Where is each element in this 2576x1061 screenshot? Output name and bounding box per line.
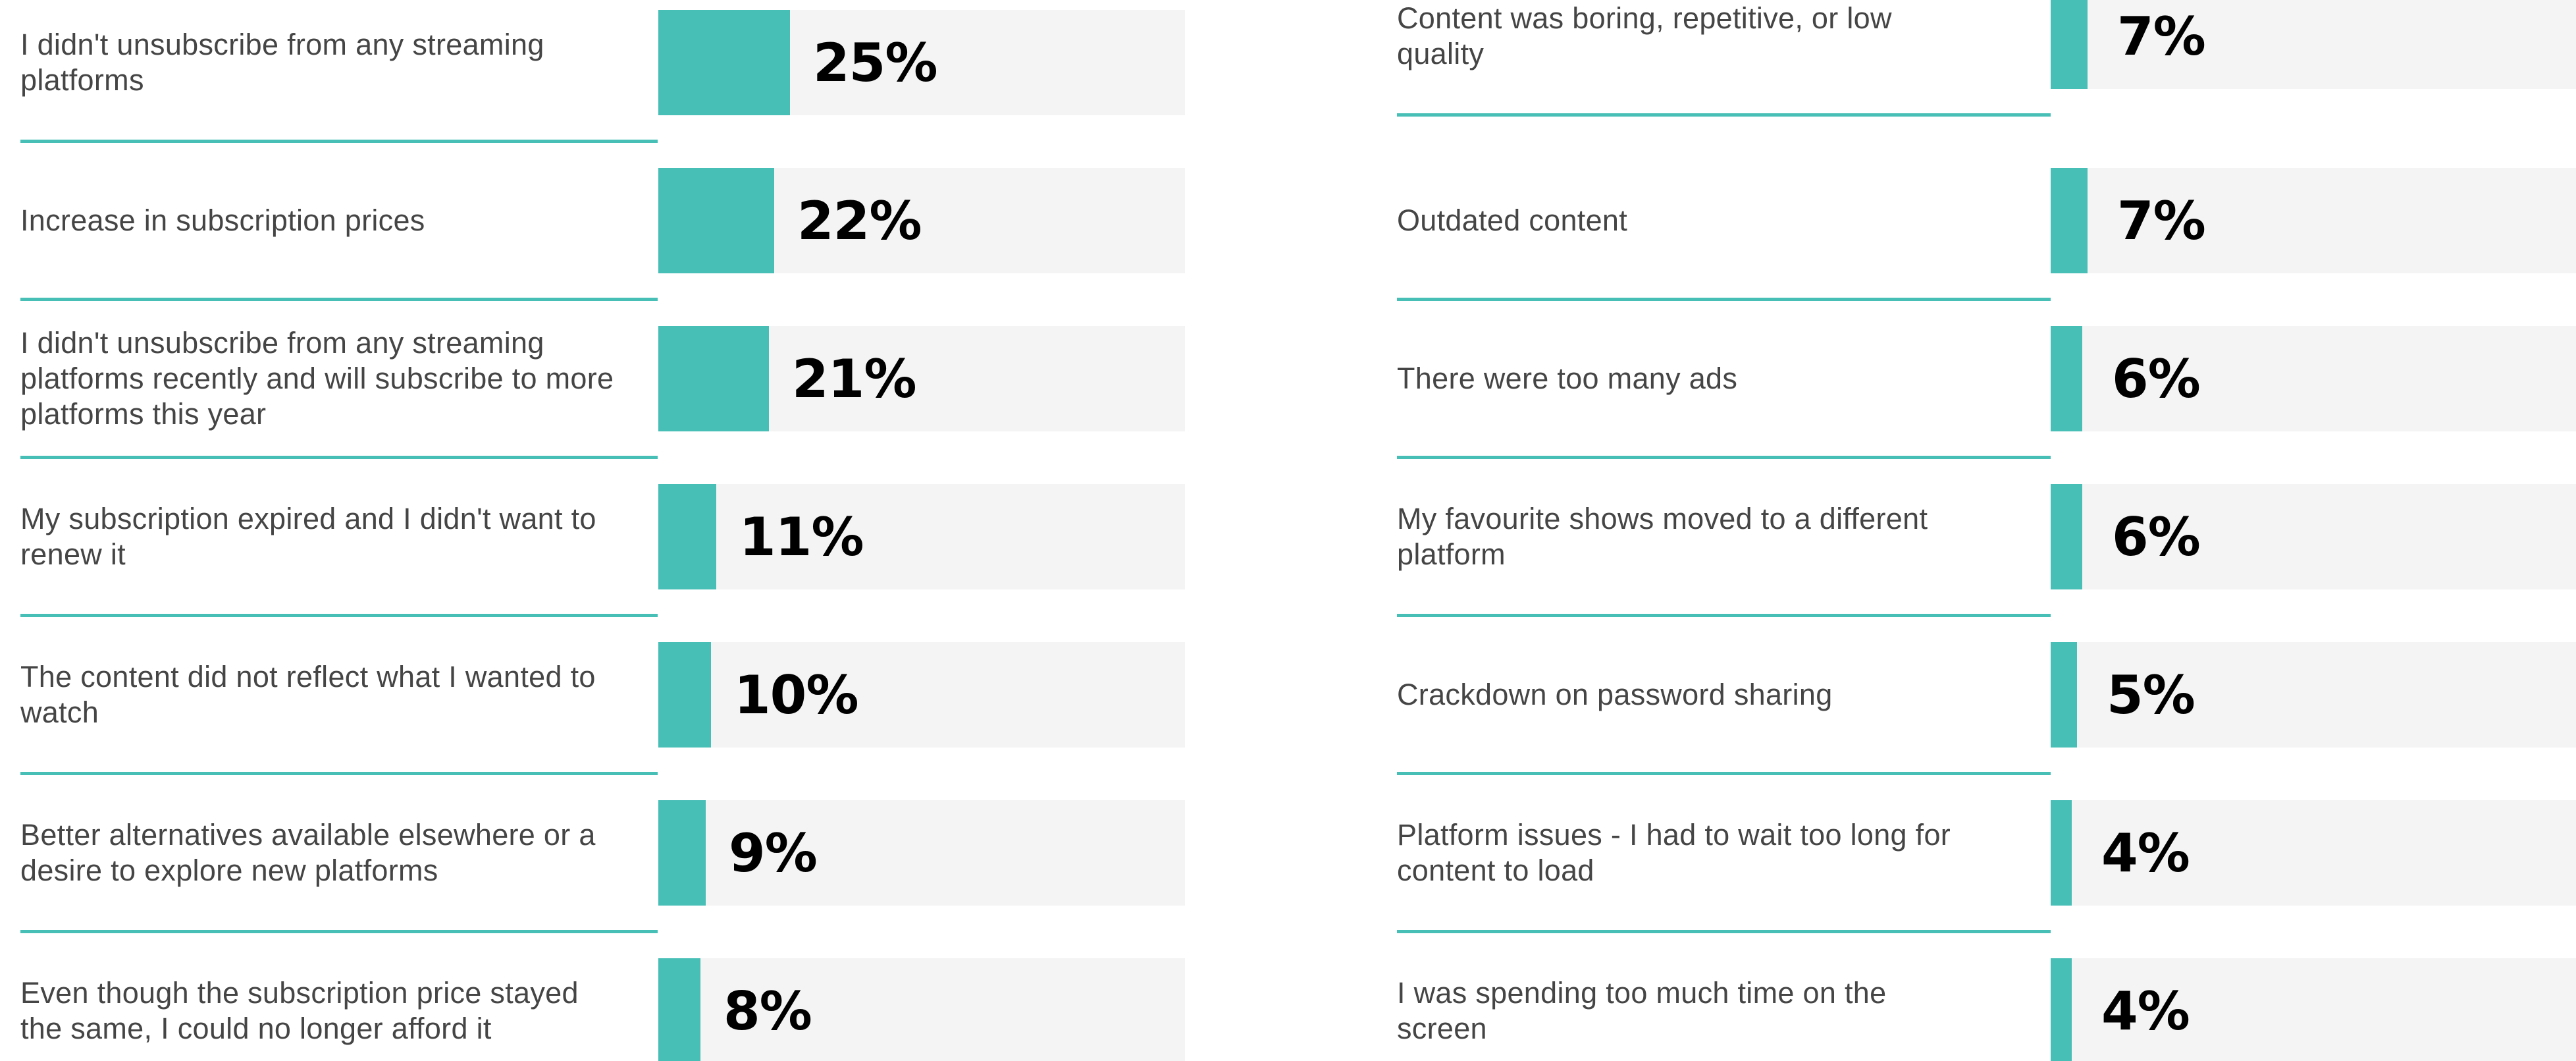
category-label: My subscription expired and I didn't wan… <box>20 484 626 589</box>
category-label: Content was boring, repetitive, or low q… <box>1397 0 1963 89</box>
bar-fill <box>2051 958 2072 1061</box>
category-label-text: Crackdown on password sharing <box>1397 678 1833 711</box>
bar-value-label: 4% <box>2101 980 2190 1042</box>
category-label: The content did not reflect what I wante… <box>20 642 626 748</box>
category-label-text: Outdated content <box>1397 204 1628 237</box>
category-label: Outdated content <box>1397 168 1963 273</box>
bar-fill <box>2051 0 2088 89</box>
category-label: I didn't unsubscribe from any streaming … <box>20 10 626 115</box>
category-label: Increase in subscription prices <box>20 168 626 273</box>
category-label-text: I didn't unsubscribe from any streaming … <box>20 28 544 97</box>
chart-root: I didn't unsubscribe from any streaming … <box>0 0 2576 1061</box>
category-label-text: Better alternatives available elsewhere … <box>20 818 596 887</box>
bar-fill <box>658 326 769 431</box>
bar-value-label: 6% <box>2112 348 2201 410</box>
category-label: I was spending too much time on the scre… <box>1397 958 1963 1061</box>
bar-fill <box>2051 326 2082 431</box>
category-label-text: My subscription expired and I didn't wan… <box>20 502 596 571</box>
row-divider-line <box>1397 298 2051 301</box>
category-label: Platform issues - I had to wait too long… <box>1397 800 1963 906</box>
row-divider-line <box>20 298 658 301</box>
bar-track <box>658 484 1185 589</box>
row-divider-line <box>20 456 658 459</box>
bar-value-label: 6% <box>2112 506 2201 568</box>
bar-value-label: 22% <box>797 190 922 252</box>
bar-fill <box>2051 642 2077 748</box>
bar-fill <box>658 800 706 906</box>
category-label: Better alternatives available elsewhere … <box>20 800 626 906</box>
bar-fill <box>658 958 700 1061</box>
bar-value-label: 9% <box>729 822 818 884</box>
category-label-text: My favourite shows moved to a different … <box>1397 502 1928 571</box>
row-divider-line <box>20 772 658 775</box>
bar-value-label: 8% <box>723 980 812 1042</box>
bar-value-label: 11% <box>739 506 864 568</box>
category-label-text: Even though the subscription price staye… <box>20 976 579 1045</box>
bar-value-label: 25% <box>813 32 937 94</box>
category-label-text: The content did not reflect what I wante… <box>20 660 596 729</box>
bar-fill <box>2051 800 2072 906</box>
bar-fill <box>2051 484 2082 589</box>
bar-value-label: 7% <box>2117 5 2206 67</box>
bar-track <box>658 326 1185 431</box>
row-divider-line <box>1397 930 2051 933</box>
category-label-text: Content was boring, repetitive, or low q… <box>1397 1 1892 70</box>
bar-value-label: 21% <box>792 348 916 410</box>
row-divider-line <box>1397 772 2051 775</box>
category-label-text: There were too many ads <box>1397 362 1738 395</box>
bar-value-label: 5% <box>2107 664 2195 726</box>
category-label-text: Increase in subscription prices <box>20 204 425 237</box>
bar-fill <box>2051 168 2088 273</box>
row-divider-line <box>1397 113 2051 117</box>
row-divider-line <box>20 140 658 143</box>
row-divider-line <box>20 930 658 933</box>
category-label: There were too many ads <box>1397 326 1963 431</box>
category-label: Even though the subscription price staye… <box>20 958 626 1061</box>
bar-value-label: 10% <box>734 664 858 726</box>
category-label-text: Platform issues - I had to wait too long… <box>1397 818 1951 887</box>
row-divider-line <box>1397 614 2051 617</box>
category-label: My favourite shows moved to a different … <box>1397 484 1963 589</box>
bar-value-label: 7% <box>2117 190 2206 252</box>
bar-fill <box>658 642 711 748</box>
category-label: Crackdown on password sharing <box>1397 642 1963 748</box>
category-label-text: I didn't unsubscribe from any streaming … <box>20 326 614 431</box>
category-label: I didn't unsubscribe from any streaming … <box>20 326 626 431</box>
bar-fill <box>658 484 716 589</box>
bar-fill <box>658 10 790 115</box>
bar-value-label: 4% <box>2101 822 2190 884</box>
bar-track <box>658 168 1185 273</box>
bar-fill <box>658 168 774 273</box>
row-divider-line <box>20 614 658 617</box>
row-divider-line <box>1397 456 2051 459</box>
category-label-text: I was spending too much time on the scre… <box>1397 976 1887 1045</box>
